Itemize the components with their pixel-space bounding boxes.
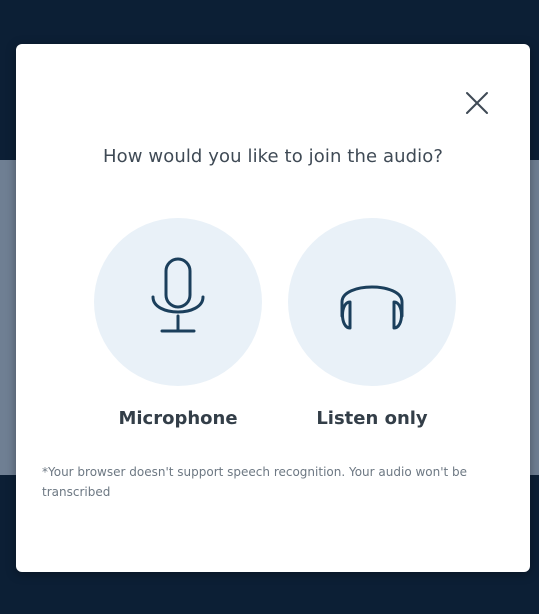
close-icon[interactable] xyxy=(463,89,491,117)
join-audio-modal: How would you like to join the audio? Mi… xyxy=(16,44,530,572)
modal-title: How would you like to join the audio? xyxy=(103,146,443,167)
microphone-option-button[interactable]: Microphone xyxy=(94,218,262,429)
headphones-icon xyxy=(330,258,414,346)
microphone-label: Microphone xyxy=(118,408,238,429)
listen-only-option-button[interactable]: Listen only xyxy=(288,218,456,429)
listen-only-option-circle[interactable] xyxy=(288,218,456,386)
microphone-icon xyxy=(143,255,213,349)
microphone-option-circle[interactable] xyxy=(94,218,262,386)
listen-only-label: Listen only xyxy=(316,408,428,429)
close-button[interactable] xyxy=(463,89,491,117)
speech-recognition-note: *Your browser doesn't support speech rec… xyxy=(42,465,468,499)
